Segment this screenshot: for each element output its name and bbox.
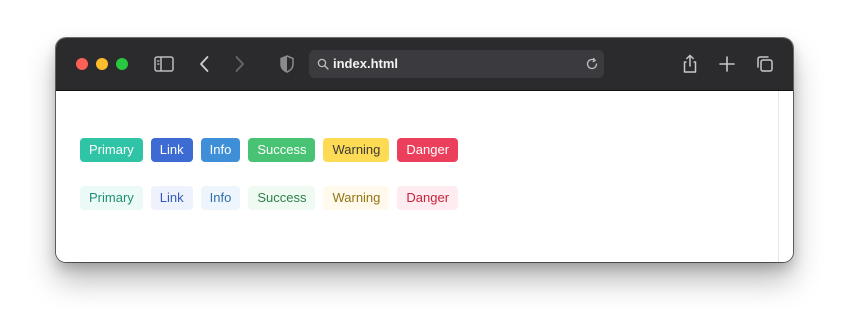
tab-overview-icon[interactable] bbox=[753, 52, 777, 76]
shield-icon[interactable] bbox=[275, 52, 299, 76]
minimize-window-button[interactable] bbox=[96, 58, 108, 70]
chevron-right-icon[interactable] bbox=[227, 52, 251, 76]
page-content: Primary Link Info Success Warning Danger… bbox=[56, 91, 793, 262]
warning-button[interactable]: Warning bbox=[323, 138, 390, 162]
share-icon[interactable] bbox=[678, 52, 702, 76]
sidebar-toggle-icon[interactable] bbox=[152, 52, 176, 76]
address-bar[interactable]: index.html bbox=[309, 50, 604, 78]
info-light-button[interactable]: Info bbox=[200, 186, 241, 210]
browser-window: index.html Primary Link Info Success War… bbox=[56, 38, 793, 262]
primary-button[interactable]: Primary bbox=[80, 138, 143, 162]
warning-light-button[interactable]: Warning bbox=[323, 186, 390, 210]
primary-light-button[interactable]: Primary bbox=[80, 186, 143, 210]
danger-button[interactable]: Danger bbox=[397, 138, 459, 162]
success-button[interactable]: Success bbox=[248, 138, 316, 162]
link-light-button[interactable]: Link bbox=[150, 186, 193, 210]
plus-icon[interactable] bbox=[715, 52, 739, 76]
link-button[interactable]: Link bbox=[150, 138, 193, 162]
solid-button-row: Primary Link Info Success Warning Danger bbox=[80, 138, 459, 162]
close-window-button[interactable] bbox=[76, 58, 88, 70]
danger-light-button[interactable]: Danger bbox=[397, 186, 459, 210]
info-button[interactable]: Info bbox=[200, 138, 241, 162]
chevron-left-icon[interactable] bbox=[193, 52, 217, 76]
light-button-row: Primary Link Info Success Warning Danger bbox=[80, 186, 459, 210]
success-light-button[interactable]: Success bbox=[248, 186, 316, 210]
reload-icon[interactable] bbox=[585, 57, 599, 71]
search-icon bbox=[317, 58, 329, 70]
browser-toolbar: index.html bbox=[56, 38, 793, 91]
url-text: index.html bbox=[333, 56, 399, 71]
zoom-window-button[interactable] bbox=[116, 58, 128, 70]
scrollbar-track[interactable] bbox=[778, 91, 779, 262]
